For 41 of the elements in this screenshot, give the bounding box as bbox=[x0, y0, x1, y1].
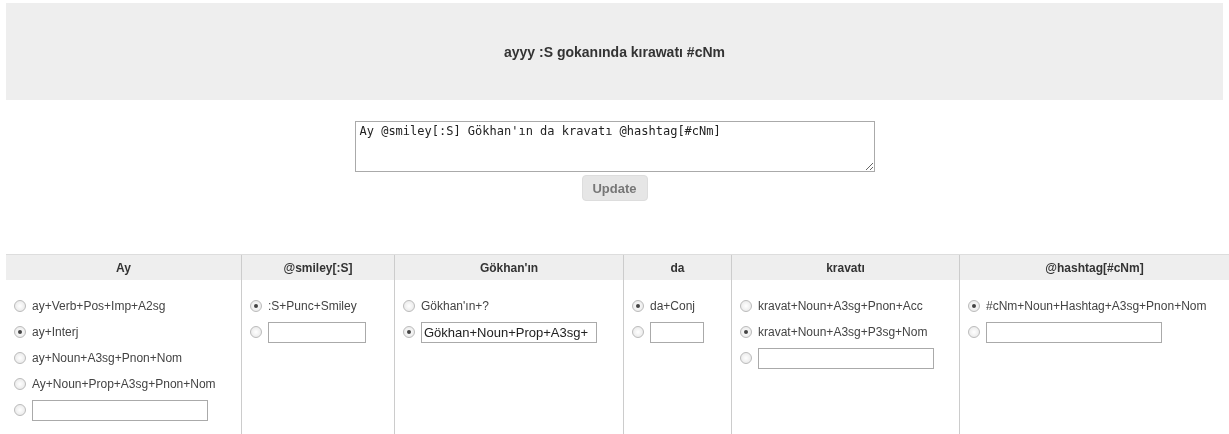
custom-analysis-field[interactable] bbox=[650, 321, 704, 343]
custom-analysis-field[interactable] bbox=[32, 399, 208, 421]
radio-button[interactable] bbox=[403, 326, 415, 338]
radio-button[interactable] bbox=[14, 404, 26, 416]
radio-button[interactable] bbox=[14, 352, 26, 364]
header-word: @hashtag[#cNm] bbox=[1045, 260, 1144, 275]
analysis-option: ay+Noun+A3sg+Pnon+Nom bbox=[32, 351, 183, 365]
radio-button[interactable] bbox=[740, 300, 752, 312]
custom-analysis-field[interactable] bbox=[758, 347, 934, 369]
radio-button[interactable] bbox=[14, 300, 26, 312]
custom-analysis-field[interactable] bbox=[268, 321, 366, 343]
radio-button[interactable] bbox=[968, 326, 980, 338]
update-button[interactable]: Update bbox=[581, 175, 648, 201]
header-word: da bbox=[670, 260, 685, 275]
radio-button[interactable] bbox=[632, 326, 644, 338]
analysis-option: kravat+Noun+A3sg+P3sg+Nom bbox=[758, 325, 928, 339]
radio-button[interactable] bbox=[250, 300, 262, 312]
analysis-option: #cNm+Noun+Hashtag+A3sg+Pnon+Nom bbox=[986, 299, 1207, 313]
analysis-option: ay+Verb+Pos+Imp+A2sg bbox=[32, 299, 166, 313]
analysis-option: Ay+Noun+Prop+A3sg+Pnon+Nom bbox=[32, 377, 216, 391]
radio-button[interactable] bbox=[740, 326, 752, 338]
radio-button[interactable] bbox=[14, 378, 26, 390]
radio-button[interactable] bbox=[14, 326, 26, 338]
analysis-option: da+Conj bbox=[650, 299, 696, 313]
header-word: kravatı bbox=[826, 260, 865, 275]
radio-button[interactable] bbox=[740, 352, 752, 364]
analysis-option: Gökhan'ın+? bbox=[421, 299, 489, 313]
header-word: Gökhan'ın bbox=[479, 260, 539, 275]
radio-button[interactable] bbox=[250, 326, 262, 338]
sentence-field[interactable]: Ay @smiley[:S] Gökhan'ın da kravatı @hashtag[#cNm] bbox=[354, 121, 875, 172]
radio-button[interactable] bbox=[968, 300, 980, 312]
custom-analysis-field[interactable] bbox=[986, 321, 1162, 343]
header-word: @smiley[:S] bbox=[283, 260, 353, 275]
header-word: Ay bbox=[116, 260, 131, 275]
custom-analysis-field[interactable]: Gökhan+Noun+Prop+A3sg+ bbox=[421, 321, 597, 343]
radio-button[interactable] bbox=[403, 300, 415, 312]
analysis-option: ay+Interj bbox=[32, 325, 79, 339]
radio-button[interactable] bbox=[632, 300, 644, 312]
banner-title: ayyy :S gokanında kırawatı #cNm bbox=[504, 43, 725, 60]
analysis-option: :S+Punc+Smiley bbox=[268, 299, 357, 313]
analysis-option: kravat+Noun+A3sg+Pnon+Acc bbox=[758, 299, 923, 313]
